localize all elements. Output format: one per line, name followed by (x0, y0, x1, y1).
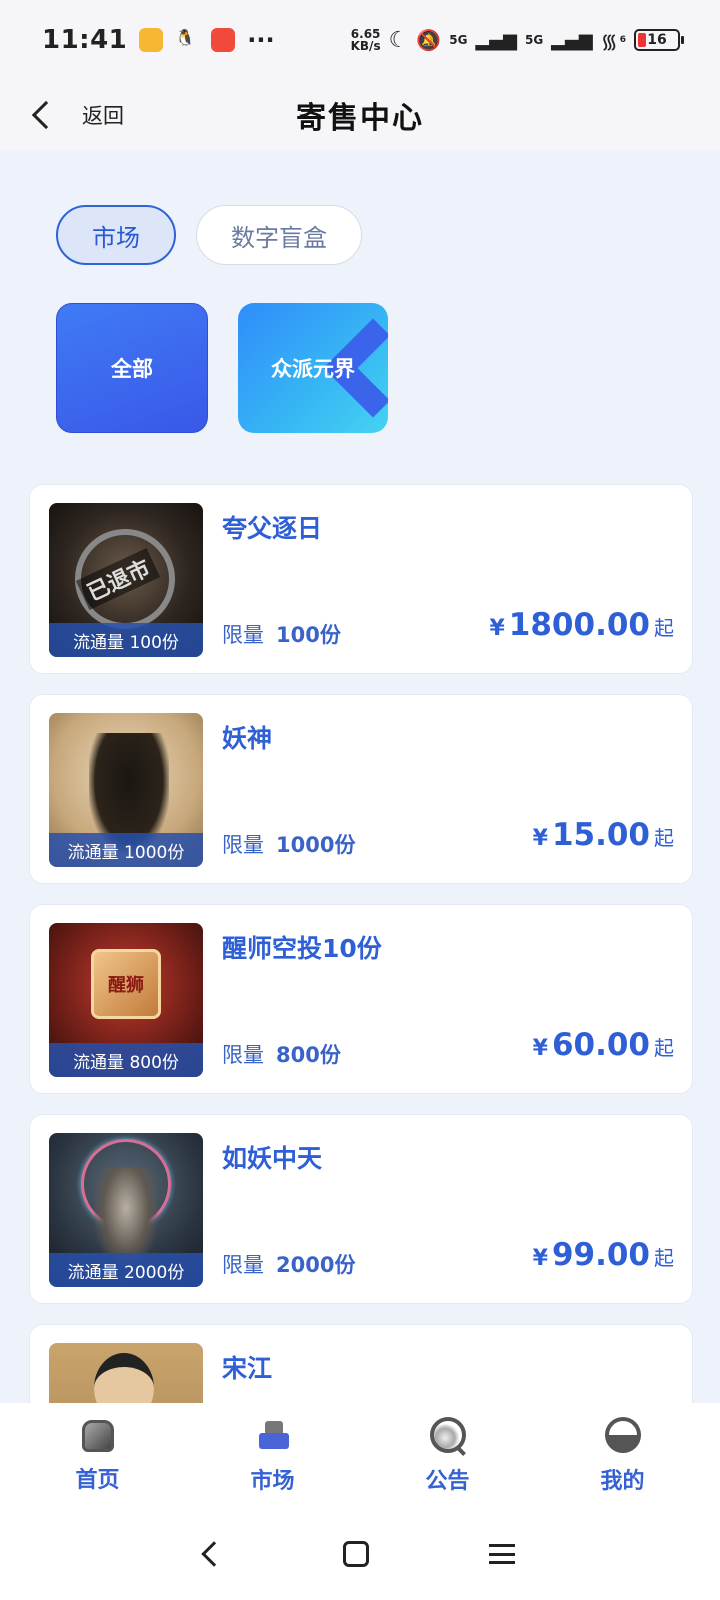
list-item[interactable]: 流通量 1000份 妖神 限量 1000份 ¥ 15.00 起 (29, 694, 693, 884)
system-home-icon[interactable] (343, 1541, 369, 1567)
limit-label: 限量 (222, 1253, 264, 1277)
item-list: 已退市 流通量 100份 夸父逐日 限量 100份 ¥ 1800.00 起 流通… (29, 484, 693, 1534)
item-limit: 限量 800份 (222, 1039, 341, 1069)
limit-label: 限量 (222, 833, 264, 857)
tabbar-label: 我的 (600, 1468, 645, 1494)
price-suffix: 起 (654, 826, 674, 850)
category-all[interactable]: 全部 (56, 303, 208, 433)
app-header: 返回 寄售中心 (0, 80, 720, 150)
system-back-icon[interactable] (201, 1541, 227, 1567)
status-right: 6.65 KB/s ☾ 🔕 5G ▂▄▆ 5G ▂▄▆ ᯾ 6 16 (351, 27, 684, 54)
status-left: 11:41 🐧 ··· (42, 25, 275, 55)
notes-app-icon (139, 28, 164, 52)
circulation-label: 流通量 1000份 (49, 833, 203, 867)
limit-label: 限量 (222, 1043, 264, 1067)
battery-icon: 16 (634, 29, 684, 51)
price-amount: 15.00 (551, 817, 650, 853)
network-speed: 6.65 KB/s (351, 28, 381, 52)
item-limit: 限量 2000份 (222, 1249, 355, 1279)
system-nav-bar (0, 1508, 720, 1600)
list-item[interactable]: 流通量 2000份 如妖中天 限量 2000份 ¥ 99.00 起 (29, 1114, 693, 1304)
signal-bars-1-icon: ▂▄▆ (475, 29, 517, 51)
notice-icon (429, 1416, 466, 1453)
battery-level: 16 (647, 32, 667, 48)
item-thumbnail: 流通量 1000份 (49, 713, 203, 867)
category-all-label: 全部 (111, 357, 153, 381)
price-suffix: 起 (654, 1246, 674, 1270)
limit-value: 1000份 (276, 833, 356, 857)
qq-app-icon: 🐧 (175, 28, 196, 47)
circulation-label: 流通量 800份 (49, 1043, 203, 1077)
circulation-label: 流通量 100份 (49, 623, 203, 657)
item-title: 醒师空投10份 (222, 934, 382, 963)
category-zhongpai[interactable]: 众派元界 (238, 303, 388, 433)
item-limit: 限量 1000份 (222, 829, 355, 859)
item-title: 妖神 (222, 724, 273, 753)
profile-icon (604, 1416, 641, 1453)
price-suffix: 起 (654, 1036, 674, 1060)
price-amount: 99.00 (551, 1237, 650, 1273)
currency-symbol: ¥ (532, 1036, 548, 1061)
limit-value: 800份 (276, 1043, 341, 1067)
item-thumbnail: 醒狮 流通量 800份 (49, 923, 203, 1077)
top-tabs: 市场 数字盲盒 (56, 205, 362, 265)
tab-market[interactable]: 市场 (56, 205, 176, 265)
artwork-box: 醒狮 (91, 949, 161, 1019)
item-price: ¥ 15.00 起 (533, 817, 674, 853)
signal-1-label: 5G (449, 33, 468, 47)
limit-value: 2000份 (276, 1253, 356, 1277)
category-zhongpai-label: 众派元界 (271, 357, 355, 381)
tabbar-item-notice[interactable]: 公告 (393, 1416, 503, 1495)
item-title: 如妖中天 (222, 1144, 323, 1173)
tabbar-label: 首页 (75, 1467, 120, 1493)
system-menu-icon[interactable] (489, 1544, 515, 1564)
bottom-tab-bar: 首页 市场 公告 我的 (0, 1403, 720, 1508)
currency-symbol: ¥ (489, 616, 505, 641)
wifi-sub-label: 6 (619, 35, 626, 45)
tabbar-label: 市场 (250, 1468, 295, 1494)
tabbar-item-mine[interactable]: 我的 (568, 1416, 678, 1495)
item-thumbnail: 流通量 2000份 (49, 1133, 203, 1287)
limit-value: 100份 (276, 623, 341, 647)
status-time: 11:41 (42, 25, 128, 55)
item-limit: 限量 100份 (222, 619, 341, 649)
signal-2-label: 5G (524, 33, 544, 47)
category-tiles: 全部 众派元界 (56, 303, 388, 433)
item-thumbnail: 已退市 流通量 100份 (49, 503, 203, 657)
currency-symbol: ¥ (532, 826, 548, 851)
price-suffix: 起 (654, 616, 674, 640)
home-icon (81, 1419, 114, 1452)
tabbar-label: 公告 (425, 1468, 470, 1494)
shopping-app-icon (211, 28, 236, 52)
mute-icon: 🔕 (416, 28, 442, 52)
status-bar: 11:41 🐧 ··· 6.65 KB/s ☾ 🔕 5G ▂▄▆ 5G ▂▄▆ … (0, 0, 720, 80)
signal-bars-2-icon: ▂▄▆ (551, 29, 593, 51)
moon-icon: ☾ (388, 27, 409, 53)
limit-label: 限量 (222, 623, 264, 647)
price-amount: 1800.00 (508, 607, 650, 643)
market-icon (255, 1417, 291, 1453)
currency-symbol: ¥ (532, 1246, 548, 1271)
tabbar-item-home[interactable]: 首页 (43, 1418, 153, 1494)
more-notifications-icon: ··· (247, 26, 275, 54)
tab-digital-blind-box[interactable]: 数字盲盒 (196, 205, 362, 265)
item-price: ¥ 1800.00 起 (489, 607, 674, 643)
list-item[interactable]: 已退市 流通量 100份 夸父逐日 限量 100份 ¥ 1800.00 起 (29, 484, 693, 674)
network-speed-unit: KB/s (350, 39, 381, 53)
tabbar-item-market[interactable]: 市场 (218, 1417, 328, 1495)
item-title: 夸父逐日 (222, 514, 323, 543)
list-item[interactable]: 醒狮 流通量 800份 醒师空投10份 限量 800份 ¥ 60.00 起 (29, 904, 693, 1094)
wifi-icon: ᯾ (600, 28, 618, 53)
item-title: 宋江 (222, 1354, 273, 1383)
item-price: ¥ 60.00 起 (533, 1027, 674, 1063)
price-amount: 60.00 (551, 1027, 650, 1063)
page-title: 寄售中心 (296, 101, 424, 136)
item-price: ¥ 99.00 起 (533, 1237, 674, 1273)
circulation-label: 流通量 2000份 (49, 1253, 203, 1287)
